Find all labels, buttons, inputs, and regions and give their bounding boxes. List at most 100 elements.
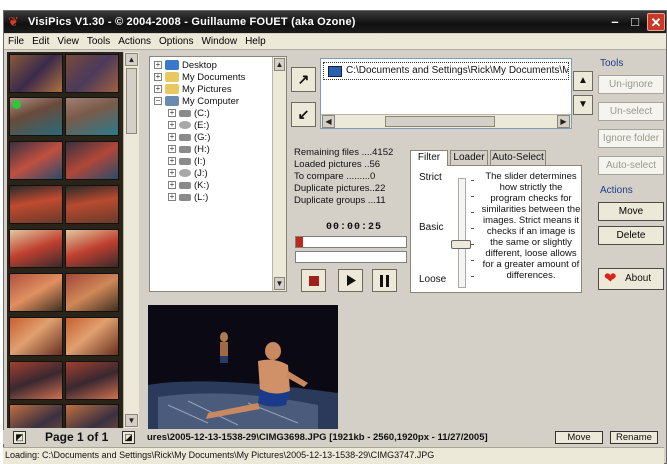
maximize-button[interactable]: □: [626, 13, 644, 31]
expand-icon[interactable]: +: [168, 169, 176, 178]
thumbnail[interactable]: [65, 141, 119, 180]
menu-file[interactable]: File: [4, 34, 28, 47]
thumbnail[interactable]: [65, 361, 119, 400]
expand-icon[interactable]: +: [154, 73, 162, 82]
status-bar: Loading: C:\Documents and Settings\Rick\…: [3, 447, 664, 464]
expand-icon[interactable]: +: [168, 193, 176, 202]
expand-icon[interactable]: +: [168, 157, 176, 166]
options-tabs: Filter Loader Auto-Select Strict Basic L…: [410, 150, 582, 293]
menu-help[interactable]: Help: [241, 34, 270, 47]
move-up-icon[interactable]: ▲: [573, 71, 593, 91]
stop-button[interactable]: [301, 269, 326, 292]
thumbnail[interactable]: [65, 97, 119, 136]
tab-auto-select[interactable]: Auto-Select: [490, 150, 546, 165]
thumbnail[interactable]: [9, 361, 63, 400]
about-button[interactable]: ❤ About: [598, 268, 664, 290]
tab-filter[interactable]: Filter: [410, 150, 448, 166]
scroll-left-icon[interactable]: ◀: [322, 115, 335, 128]
title-bar[interactable]: ❦ VisiPics V1.30 - © 2004-2008 - Guillau…: [4, 11, 666, 33]
previous-page-icon[interactable]: ◩: [13, 431, 26, 444]
menu-tools[interactable]: Tools: [83, 34, 114, 47]
thumbnail[interactable]: [9, 141, 63, 180]
menu-options[interactable]: Options: [155, 34, 197, 47]
tree-item-my-computer[interactable]: − My Computer: [154, 96, 286, 108]
expand-icon[interactable]: +: [168, 109, 176, 118]
menu-edit[interactable]: Edit: [28, 34, 53, 47]
preview-move-button[interactable]: Move: [555, 431, 603, 444]
compare-progress: [295, 251, 407, 263]
tree-item-drive-e[interactable]: + (E:): [154, 120, 286, 132]
loaded-pictures: Loaded pictures ..56: [294, 159, 381, 170]
folder-list-hscroll[interactable]: ◀ ▶: [321, 114, 571, 128]
thumbnail-scrollbar[interactable]: ▲ ▼: [123, 52, 139, 428]
expand-icon[interactable]: +: [168, 145, 176, 154]
basic-label: Basic: [419, 222, 444, 233]
loose-label: Loose: [419, 274, 447, 285]
thumbnail[interactable]: [9, 185, 63, 224]
tab-loader[interactable]: Loader: [450, 150, 488, 165]
scroll-right-icon[interactable]: ▶: [557, 115, 570, 128]
scroll-thumb[interactable]: [126, 68, 137, 134]
unselect-button[interactable]: Un-select: [598, 102, 664, 121]
thumbnail[interactable]: [65, 317, 119, 356]
scroll-down-icon[interactable]: ▼: [125, 414, 138, 427]
expand-icon[interactable]: +: [168, 121, 176, 130]
strictness-slider-thumb[interactable]: [451, 240, 471, 249]
image-preview[interactable]: [148, 305, 338, 429]
auto-select-button[interactable]: Auto-select: [598, 156, 664, 175]
tree-item-drive-j[interactable]: + (J:): [154, 168, 286, 180]
thumbnail[interactable]: [65, 404, 119, 428]
thumbnail[interactable]: [9, 404, 63, 428]
preview-photo: [148, 305, 338, 429]
tree-item-drive-h[interactable]: + (H:): [154, 144, 286, 156]
tree-item-desktop[interactable]: + Desktop: [154, 60, 286, 72]
tree-item-drive-k[interactable]: + (K:): [154, 180, 286, 192]
unignore-button[interactable]: Un-ignore: [598, 75, 664, 94]
tree-item-drive-g[interactable]: + (G:): [154, 132, 286, 144]
collapse-icon[interactable]: −: [154, 97, 162, 106]
drive-icon: [179, 145, 191, 153]
thumbnail[interactable]: [9, 54, 63, 93]
pause-button[interactable]: [372, 269, 397, 292]
tree-item-my-documents[interactable]: + My Documents: [154, 72, 286, 84]
scroll-down-icon[interactable]: ▼: [274, 277, 285, 290]
menu-view[interactable]: View: [53, 34, 83, 47]
next-page-icon[interactable]: ◪: [122, 431, 135, 444]
tree-scrollbar[interactable]: ▲ ▼: [272, 57, 286, 291]
scroll-up-icon[interactable]: ▲: [274, 58, 285, 71]
preview-rename-button[interactable]: Rename: [610, 431, 658, 444]
thumbnail[interactable]: [9, 273, 63, 312]
tree-item-drive-i[interactable]: + (I:): [154, 156, 286, 168]
thumbnail[interactable]: [9, 97, 63, 136]
thumbnail[interactable]: [9, 229, 63, 268]
expand-icon[interactable]: +: [154, 85, 162, 94]
tree-item-my-pictures[interactable]: + My Pictures: [154, 84, 286, 96]
menu-window[interactable]: Window: [197, 34, 241, 47]
play-button[interactable]: [338, 269, 363, 292]
strictness-slider-track[interactable]: [458, 178, 466, 288]
expand-icon[interactable]: +: [168, 181, 176, 190]
folder-icon: [165, 84, 179, 95]
drive-icon: [179, 193, 191, 201]
scroll-up-icon[interactable]: ▲: [125, 53, 138, 66]
tree-item-drive-l[interactable]: + (L:): [154, 192, 286, 204]
move-button[interactable]: Move: [598, 202, 664, 221]
thumbnail[interactable]: [9, 317, 63, 356]
expand-icon[interactable]: +: [168, 133, 176, 142]
ignore-folder-button[interactable]: Ignore folder: [598, 129, 664, 148]
minimize-button[interactable]: –: [606, 13, 624, 31]
add-folder-arrow-icon[interactable]: ↗: [291, 67, 316, 92]
thumbnail[interactable]: [65, 273, 119, 312]
delete-button[interactable]: Delete: [598, 226, 664, 245]
move-down-icon[interactable]: ▼: [573, 95, 593, 115]
remove-folder-arrow-icon[interactable]: ↙: [291, 102, 316, 127]
folder-list-item[interactable]: C:\Documents and Settings\Rick\My Docume…: [323, 62, 569, 80]
thumbnail[interactable]: [65, 229, 119, 268]
expand-icon[interactable]: +: [154, 61, 162, 70]
menu-actions[interactable]: Actions: [114, 34, 155, 47]
tree-item-drive-c[interactable]: + (C:): [154, 108, 286, 120]
close-button[interactable]: ✕: [647, 13, 665, 31]
thumbnail[interactable]: [65, 185, 119, 224]
scroll-thumb[interactable]: [385, 116, 495, 127]
thumbnail[interactable]: [65, 54, 119, 93]
